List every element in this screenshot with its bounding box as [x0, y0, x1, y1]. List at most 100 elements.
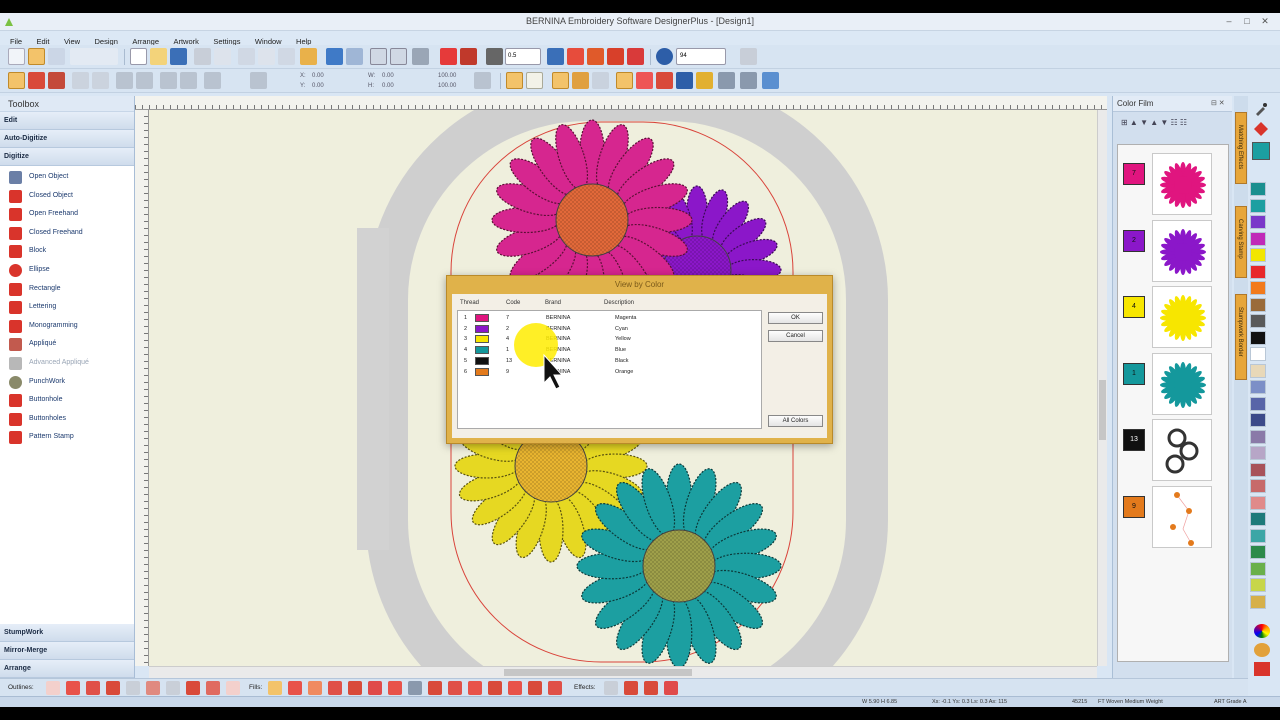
- thread-icon[interactable]: [567, 48, 584, 65]
- reshape-icon[interactable]: [412, 48, 429, 65]
- palette-swatch[interactable]: [1250, 413, 1266, 427]
- save-icon[interactable]: [170, 48, 187, 65]
- tool-buttonhole[interactable]: Buttonhole: [0, 391, 134, 410]
- color-wheel-icon[interactable]: [460, 48, 477, 65]
- fill-stitch-1-icon[interactable]: [268, 681, 282, 695]
- mirror-h-icon[interactable]: [116, 72, 133, 89]
- minimize-button[interactable]: –: [1222, 15, 1236, 27]
- show-vector-icon[interactable]: [696, 72, 713, 89]
- thread-row[interactable]: 4 1 BERNINA Blue: [458, 345, 758, 356]
- palette-swatch[interactable]: [1250, 231, 1266, 246]
- tool-closed-freehand[interactable]: Closed Freehand: [0, 224, 134, 243]
- color-badge[interactable]: 4: [1123, 296, 1145, 318]
- hoop-toggle-icon[interactable]: [740, 72, 757, 89]
- show-hoop-icon[interactable]: [592, 72, 609, 89]
- show-ruler-icon[interactable]: [636, 72, 653, 89]
- overview-icon[interactable]: [762, 72, 779, 89]
- vertical-scrollbar[interactable]: [1097, 110, 1107, 666]
- color-film-item[interactable]: 13: [1118, 417, 1228, 483]
- grid-toggle-icon[interactable]: [718, 72, 735, 89]
- outline-stitch-6-icon[interactable]: [146, 681, 160, 695]
- outline-stitch-5-icon[interactable]: [126, 681, 140, 695]
- open-folder-icon[interactable]: [150, 48, 167, 65]
- fill-stitch-7-icon[interactable]: [388, 681, 402, 695]
- color-badge[interactable]: 2: [1123, 229, 1145, 252]
- category-digitize[interactable]: Digitize: [0, 148, 134, 166]
- grid-icon[interactable]: [627, 48, 644, 65]
- show-design-icon[interactable]: [506, 72, 523, 89]
- thread-row[interactable]: 1 7 BERNINA Magenta: [458, 313, 758, 324]
- palette-swatch[interactable]: [1250, 281, 1266, 295]
- zoom-icon[interactable]: [656, 48, 673, 65]
- polygon-select-icon[interactable]: [28, 72, 45, 89]
- color-fill-icon[interactable]: [1254, 122, 1268, 136]
- tool-monogramming[interactable]: Monogramming: [0, 317, 134, 336]
- hoop-icon[interactable]: [486, 48, 503, 65]
- print-preview-icon[interactable]: [214, 48, 231, 65]
- lock-proportions-icon[interactable]: [474, 72, 491, 89]
- palette-swatch[interactable]: [1250, 495, 1266, 510]
- color-badge[interactable]: 1: [1123, 362, 1145, 385]
- select-object-icon[interactable]: [370, 48, 387, 65]
- color-film-nav-icons[interactable]: ⊞ ▲ ▼ ▲ ▼ ☷ ☷: [1121, 118, 1187, 127]
- palette-swatch[interactable]: [1250, 314, 1266, 328]
- tool-block[interactable]: Block: [0, 242, 134, 261]
- show-bitmap-icon[interactable]: [676, 72, 693, 89]
- palette-swatch[interactable]: [1250, 215, 1266, 229]
- effect-2-icon[interactable]: [624, 681, 638, 695]
- show-stitches-icon[interactable]: [526, 72, 543, 89]
- rotate-icon[interactable]: [92, 72, 109, 89]
- fill-stitch-15-icon[interactable]: [548, 681, 562, 695]
- fill-stitch-6-icon[interactable]: [368, 681, 382, 695]
- tool-applique[interactable]: Appliqué: [0, 335, 134, 354]
- tool-rectangle[interactable]: Rectangle: [0, 280, 134, 299]
- fill-stitch-12-icon[interactable]: [488, 681, 502, 695]
- fill-stitch-13-icon[interactable]: [508, 681, 522, 695]
- new-file-icon[interactable]: [130, 48, 147, 65]
- outline-stitch-3-icon[interactable]: [86, 681, 100, 695]
- color-film-list[interactable]: 7 2 4 1 13 9: [1117, 144, 1229, 662]
- person-icon[interactable]: [587, 48, 604, 65]
- fill-stitch-9-icon[interactable]: [428, 681, 442, 695]
- palette-swatch[interactable]: [1250, 561, 1266, 576]
- height-percent-input[interactable]: 100.00: [438, 83, 456, 89]
- palette-swatch[interactable]: [1250, 297, 1266, 312]
- color-film-item[interactable]: 4: [1118, 284, 1228, 350]
- outline-stitch-1-icon[interactable]: [46, 681, 60, 695]
- palette-swatch[interactable]: [1250, 512, 1266, 526]
- redo-icon[interactable]: [346, 48, 363, 65]
- palette-swatch[interactable]: [1250, 528, 1266, 543]
- group-icon[interactable]: [390, 48, 407, 65]
- x-input[interactable]: 0.00: [312, 73, 324, 79]
- color-settings-icon[interactable]: [1254, 662, 1270, 676]
- color-film-item[interactable]: 2: [1118, 218, 1228, 284]
- duplicate-icon[interactable]: [300, 48, 317, 65]
- thread-chart-icon[interactable]: [1254, 643, 1270, 657]
- artistic-view-icon[interactable]: [552, 72, 569, 89]
- current-color-swatch[interactable]: [1252, 142, 1270, 160]
- outline-stitch-7-icon[interactable]: [166, 681, 180, 695]
- copy-icon[interactable]: [258, 48, 275, 65]
- palette-swatch[interactable]: [1250, 248, 1266, 262]
- color-film-item[interactable]: 7: [1118, 151, 1228, 217]
- auto-digitize-icon[interactable]: [28, 48, 45, 65]
- palette-swatch[interactable]: [1250, 578, 1266, 592]
- stitch-player-icon[interactable]: [440, 48, 457, 65]
- rotate-angle-icon[interactable]: [204, 72, 221, 89]
- palette-swatch[interactable]: [1250, 462, 1266, 477]
- palette-swatch[interactable]: [1250, 198, 1266, 213]
- fill-stitch-5-icon[interactable]: [348, 681, 362, 695]
- tool-lettering[interactable]: Lettering: [0, 298, 134, 317]
- align-icon[interactable]: [250, 72, 267, 89]
- effect-1-icon[interactable]: [604, 681, 618, 695]
- w-input[interactable]: 0.00: [382, 73, 394, 79]
- fill-stitch-10-icon[interactable]: [448, 681, 462, 695]
- palette-swatch[interactable]: [1250, 380, 1266, 394]
- tab-matching-effects[interactable]: Matching Effects: [1235, 112, 1247, 184]
- palette-swatch[interactable]: [1250, 182, 1266, 196]
- close-button[interactable]: ✕: [1258, 15, 1272, 27]
- outline-stitch-4-icon[interactable]: [106, 681, 120, 695]
- thread-row[interactable]: 69BERNINAOrange: [458, 367, 758, 378]
- stitch-size-select[interactable]: 0.5: [505, 48, 541, 65]
- category-edit[interactable]: Edit: [0, 112, 134, 130]
